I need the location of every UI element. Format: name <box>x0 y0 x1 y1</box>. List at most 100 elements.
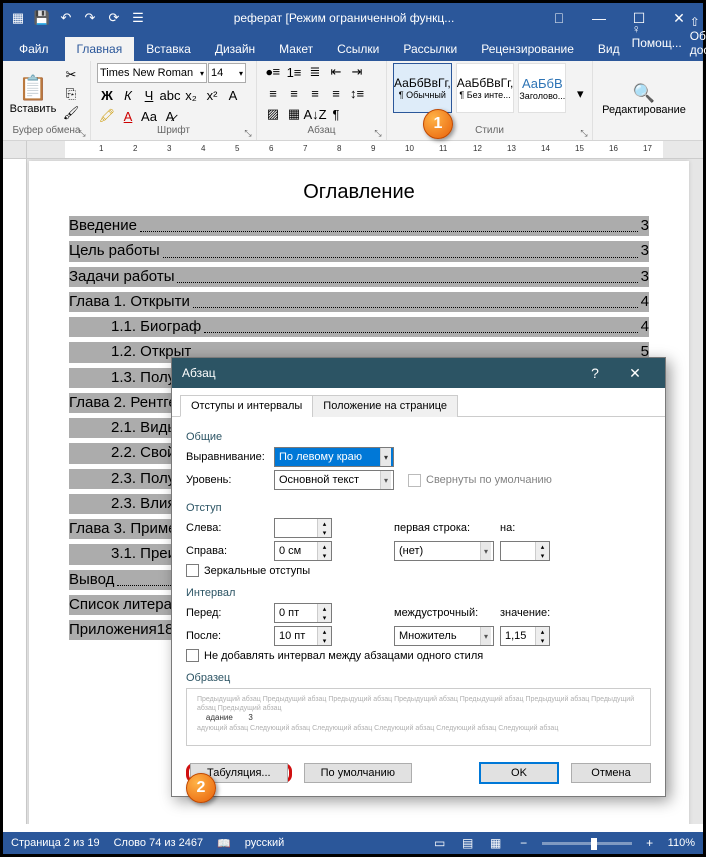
toc-line[interactable]: Введение3 <box>69 216 649 236</box>
first-line-select[interactable]: (нет)▾ <box>394 541 494 561</box>
ribbon-options-icon[interactable]: ⎕ <box>539 3 579 33</box>
word-count[interactable]: Слово 74 из 2467 <box>114 837 204 849</box>
left-indent-input[interactable]: ▴▾ <box>274 518 332 538</box>
paragraph-launcher-icon[interactable]: ⤡ <box>372 127 384 139</box>
refresh-icon[interactable]: ⟳ <box>103 7 125 29</box>
indent-icon[interactable]: ⇥ <box>347 63 367 81</box>
line-spacing-icon[interactable]: ↕≡ <box>347 84 367 102</box>
web-layout-icon[interactable]: ▦ <box>486 834 506 852</box>
tab-page-position[interactable]: Положение на странице <box>312 395 458 417</box>
dialog-close-icon[interactable]: ✕ <box>615 358 655 388</box>
zoom-out-icon[interactable]: − <box>514 834 534 852</box>
editing-menu[interactable]: 🔍 Редактирование <box>599 63 689 136</box>
font-color-icon[interactable]: A <box>118 107 138 125</box>
dialog-title: Абзац <box>182 366 216 380</box>
line-spacing-select[interactable]: Множитель▾ <box>394 626 494 646</box>
mirror-checkbox[interactable] <box>186 564 199 577</box>
style-option[interactable]: АаБбВвГг,¶ Без инте... <box>456 63 515 113</box>
minimize-icon[interactable]: — <box>579 3 619 33</box>
save-icon[interactable]: 💾 <box>31 7 53 29</box>
zoom-slider[interactable] <box>542 842 632 845</box>
tab-file[interactable]: Файл <box>7 37 61 61</box>
word-icon[interactable]: ▦ <box>7 7 29 29</box>
touch-icon[interactable]: ☰ <box>127 7 149 29</box>
text-effects-icon[interactable]: A <box>223 86 243 104</box>
copy-icon[interactable]: ⎘ <box>61 85 81 103</box>
level-select[interactable]: Основной текст▾ <box>274 470 394 490</box>
underline-icon[interactable]: Ч <box>139 86 159 104</box>
toc-line[interactable]: Глава 1. Открыти4 <box>69 292 649 312</box>
vertical-ruler[interactable] <box>3 159 27 824</box>
italic-icon[interactable]: К <box>118 86 138 104</box>
numbering-icon[interactable]: 1≡ <box>284 63 304 81</box>
cut-icon[interactable]: ✂ <box>61 66 81 84</box>
borders-icon[interactable]: ▦ <box>284 105 304 123</box>
by-input[interactable]: ▴▾ <box>500 541 550 561</box>
paragraph-dialog: Абзац ? ✕ Отступы и интервалы Положение … <box>171 357 666 797</box>
outdent-icon[interactable]: ⇤ <box>326 63 346 81</box>
superscript-icon[interactable]: x² <box>202 86 222 104</box>
before-input[interactable]: 0 пт▴▾ <box>274 603 332 623</box>
tab-insert[interactable]: Вставка <box>134 37 203 61</box>
alignment-select[interactable]: По левому краю▾ <box>274 447 394 467</box>
sort-icon[interactable]: A↓Z <box>305 105 325 123</box>
styles-launcher-icon[interactable]: ⤡ <box>578 127 590 139</box>
share-button[interactable]: ⇧ Общий доступ <box>690 15 706 57</box>
strike-icon[interactable]: abc <box>160 86 180 104</box>
bullets-icon[interactable]: ⦁≡ <box>263 63 283 81</box>
tab-layout[interactable]: Макет <box>267 37 325 61</box>
right-indent-input[interactable]: 0 см▴▾ <box>274 541 332 561</box>
tab-view[interactable]: Вид <box>586 37 632 61</box>
change-case-icon[interactable]: Aa <box>139 107 159 125</box>
styles-more-icon[interactable]: ▾ <box>570 85 590 103</box>
tell-me[interactable]: ♀ Помощ... <box>632 22 682 50</box>
zoom-in-icon[interactable]: + <box>640 834 660 852</box>
tab-mailings[interactable]: Рассылки <box>391 37 469 61</box>
bold-icon[interactable]: Ж <box>97 86 117 104</box>
zoom-level[interactable]: 110% <box>668 837 695 849</box>
clear-format-icon[interactable]: A̷ <box>160 107 180 125</box>
tab-indents[interactable]: Отступы и интервалы <box>180 395 313 417</box>
clipboard-launcher-icon[interactable]: ⤡ <box>76 127 88 139</box>
tab-home[interactable]: Главная <box>65 37 135 61</box>
collapsed-label: Свернуты по умолчанию <box>426 474 552 486</box>
tab-design[interactable]: Дизайн <box>203 37 267 61</box>
no-space-checkbox[interactable] <box>186 649 199 662</box>
show-marks-icon[interactable]: ¶ <box>326 105 346 123</box>
cancel-button[interactable]: Отмена <box>571 763 651 783</box>
font-launcher-icon[interactable]: ⤡ <box>242 127 254 139</box>
undo-icon[interactable]: ↶ <box>55 7 77 29</box>
toc-line[interactable]: Задачи работы3 <box>69 267 649 287</box>
paste-button[interactable]: 📋 Вставить <box>9 63 57 125</box>
ok-button[interactable]: OK <box>479 762 559 784</box>
justify-icon[interactable]: ≡ <box>326 84 346 102</box>
style-option[interactable]: АаБбВЗаголово... <box>518 63 566 113</box>
highlight-icon[interactable]: 🖍 <box>97 107 117 125</box>
align-center-icon[interactable]: ≡ <box>284 84 304 102</box>
toc-line[interactable]: Цель работы3 <box>69 241 649 261</box>
redo-icon[interactable]: ↷ <box>79 7 101 29</box>
print-layout-icon[interactable]: ▤ <box>458 834 478 852</box>
dialog-titlebar[interactable]: Абзац ? ✕ <box>172 358 665 388</box>
page-indicator[interactable]: Страница 2 из 19 <box>11 837 100 849</box>
proofing-icon[interactable]: 📖 <box>217 837 231 850</box>
align-right-icon[interactable]: ≡ <box>305 84 325 102</box>
default-button[interactable]: По умолчанию <box>304 763 412 783</box>
horizontal-ruler[interactable]: 1234567891011121314151617 <box>3 141 703 159</box>
toc-line[interactable]: 1.1. Биограф4 <box>69 317 649 337</box>
language-indicator[interactable]: русский <box>245 837 284 849</box>
after-input[interactable]: 10 пт▴▾ <box>274 626 332 646</box>
dialog-help-icon[interactable]: ? <box>575 358 615 388</box>
at-input[interactable]: 1,15▴▾ <box>500 626 550 646</box>
subscript-icon[interactable]: x₂ <box>181 86 201 104</box>
multilevel-icon[interactable]: ≣ <box>305 63 325 81</box>
format-painter-icon[interactable]: 🖌 <box>61 104 81 122</box>
read-mode-icon[interactable]: ▭ <box>430 834 450 852</box>
shading-icon[interactable]: ▨ <box>263 105 283 123</box>
tab-references[interactable]: Ссылки <box>325 37 391 61</box>
tab-review[interactable]: Рецензирование <box>469 37 586 61</box>
font-size-select[interactable]: 14▾ <box>208 63 246 83</box>
style-option[interactable]: АаБбВвГг,¶ Обычный <box>393 63 452 113</box>
font-name-select[interactable]: Times New Roman▾ <box>97 63 207 83</box>
align-left-icon[interactable]: ≡ <box>263 84 283 102</box>
